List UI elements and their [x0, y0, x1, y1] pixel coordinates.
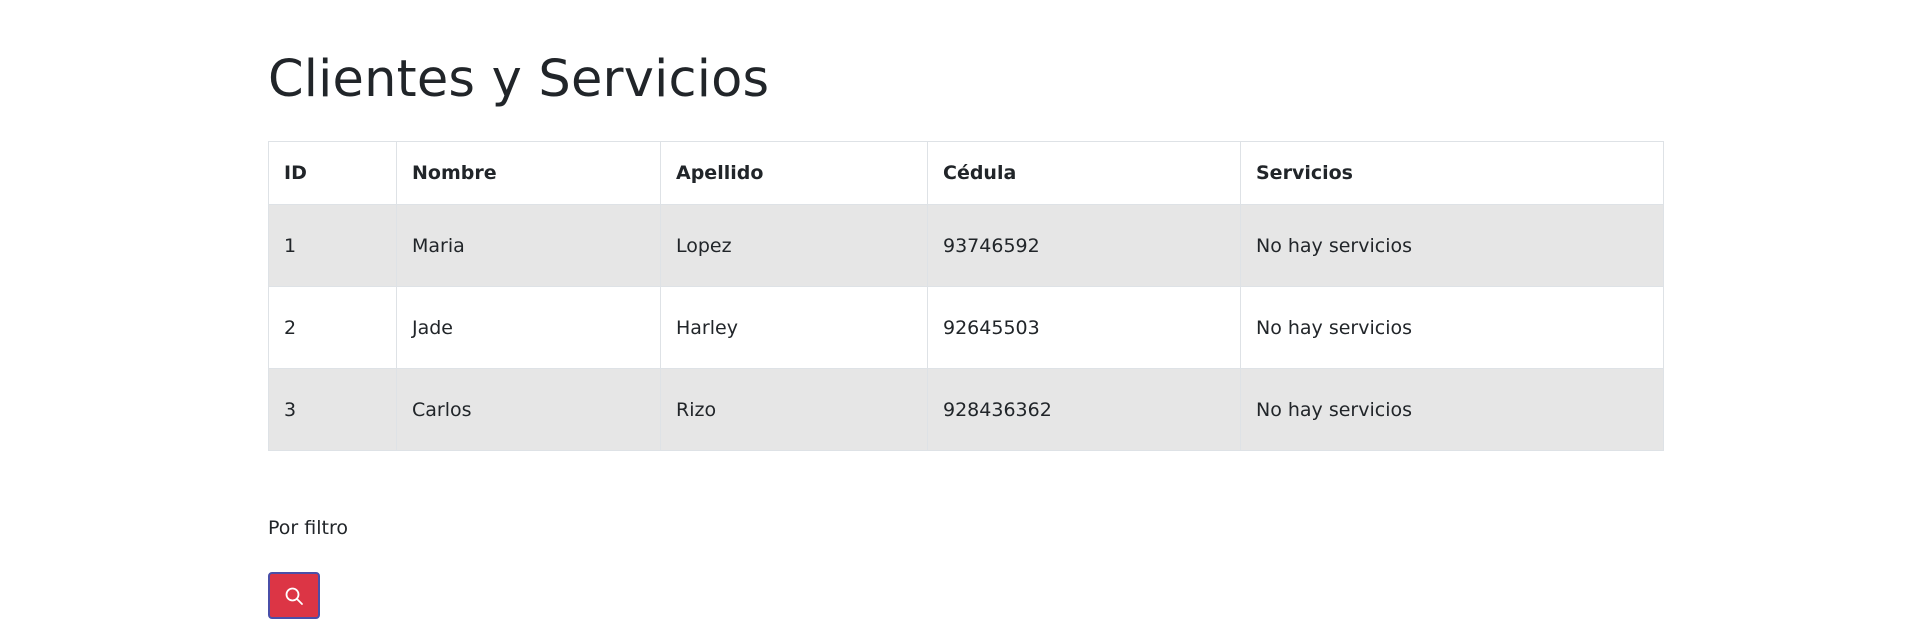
table-row: 2 Jade Harley 92645503 No hay servicios [268, 286, 1664, 369]
cell-servicios: No hay servicios [1240, 286, 1664, 369]
table-row: 1 Maria Lopez 93746592 No hay servicios [268, 204, 1664, 287]
column-header-apellido: Apellido [660, 141, 928, 205]
cell-id: 3 [268, 368, 397, 451]
cell-apellido: Rizo [660, 368, 928, 451]
cell-nombre: Carlos [396, 368, 661, 451]
cell-cedula: 928436362 [927, 368, 1241, 451]
table-header: ID Nombre Apellido Cédula Servicios [268, 141, 1664, 205]
cell-cedula: 93746592 [927, 204, 1241, 287]
cell-servicios: No hay servicios [1240, 204, 1664, 287]
cell-apellido: Lopez [660, 204, 928, 287]
column-header-id: ID [268, 141, 397, 205]
table-header-row: ID Nombre Apellido Cédula Servicios [268, 141, 1664, 205]
cell-nombre: Maria [396, 204, 661, 287]
cell-servicios: No hay servicios [1240, 368, 1664, 451]
cell-nombre: Jade [396, 286, 661, 369]
column-header-servicios: Servicios [1240, 141, 1664, 205]
cell-id: 2 [268, 286, 397, 369]
table-body: 1 Maria Lopez 93746592 No hay servicios … [268, 204, 1664, 451]
column-header-nombre: Nombre [396, 141, 661, 205]
table-row: 3 Carlos Rizo 928436362 No hay servicios [268, 368, 1664, 451]
filter-label: Por filtro [268, 517, 348, 539]
cell-id: 1 [268, 204, 397, 287]
search-button[interactable] [268, 572, 320, 619]
cell-apellido: Harley [660, 286, 928, 369]
clients-table: ID Nombre Apellido Cédula Servicios 1 Ma… [268, 141, 1664, 451]
cell-cedula: 92645503 [927, 286, 1241, 369]
page-title: Clientes y Servicios [268, 50, 770, 109]
search-icon [284, 586, 304, 606]
column-header-cedula: Cédula [927, 141, 1241, 205]
